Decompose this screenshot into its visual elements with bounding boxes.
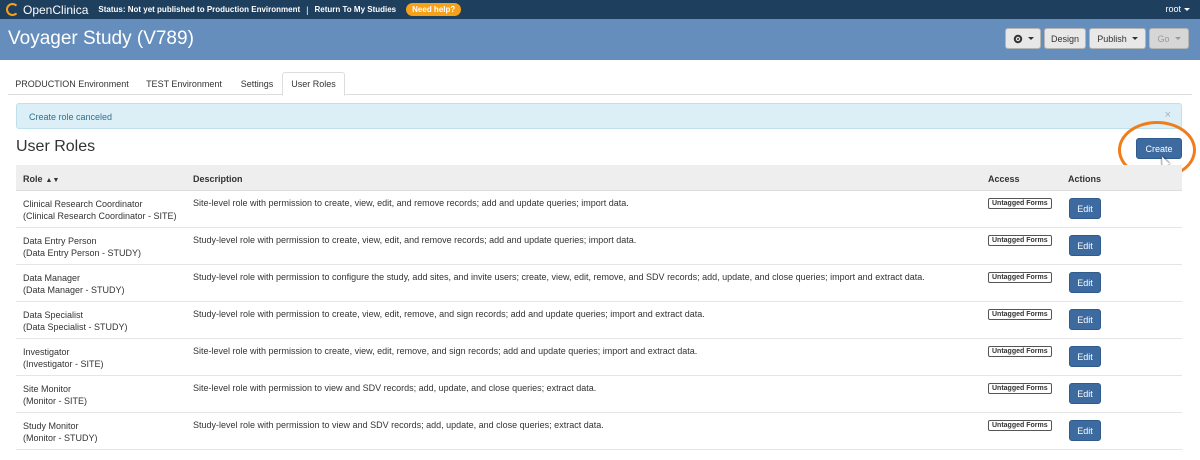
edit-button[interactable]: Edit [1069,272,1101,293]
edit-button[interactable]: Edit [1069,309,1101,330]
gear-icon [1013,34,1022,43]
edit-button[interactable]: Edit [1069,346,1101,367]
logo-swirl-icon [6,3,19,16]
role-cell: Data Specialist (Data Specialist - STUDY) [23,309,128,333]
access-badge: Untagged Forms [988,309,1052,320]
table-row: Clinical Research Coordinator (Clinical R… [16,191,1182,228]
edit-button[interactable]: Edit [1069,198,1101,219]
role-cell: Data Entry Person (Data Entry Person - ST… [23,235,141,259]
role-subtitle: (Monitor - SITE) [23,396,88,406]
openclinica-logo[interactable]: OpenClinica [6,3,88,17]
user-menu[interactable]: root [1165,4,1190,14]
role-description: Study-level role with permission to crea… [193,309,705,319]
access-badge: Untagged Forms [988,383,1052,394]
tab-test-environment[interactable]: TEST Environment [136,72,232,95]
role-name: Study Monitor [23,421,79,431]
alert-message: Create role canceled [29,112,113,122]
role-subtitle: (Monitor - STUDY) [23,433,98,443]
role-name: Clinical Research Coordinator [23,199,143,209]
role-name: Data Manager [23,273,81,283]
logo-text: OpenClinica [23,2,89,17]
role-name: Data Entry Person [23,236,97,246]
chevron-down-icon [1184,8,1190,12]
access-badge: Untagged Forms [988,198,1052,209]
edit-button[interactable]: Edit [1069,235,1101,256]
table-row: Data Specialist (Data Specialist - STUDY)… [16,302,1182,339]
role-subtitle: (Data Entry Person - STUDY) [23,248,142,258]
description-column-header: Description [193,174,243,184]
role-cell: Investigator (Investigator - SITE) [23,346,104,370]
role-subtitle: (Data Specialist - STUDY) [23,322,128,332]
design-button[interactable]: Design [1044,28,1086,49]
need-help-button[interactable]: Need help? [406,3,462,16]
role-subtitle: (Investigator - SITE) [23,359,104,369]
user-name: root [1165,4,1181,14]
role-description: Study-level role with permission to view… [193,420,604,430]
role-description: Site-level role with permission to creat… [193,198,629,208]
role-description: Site-level role with permission to creat… [193,346,698,356]
sort-icon: ▲▼ [45,177,60,184]
role-cell: Site Monitor (Monitor - SITE) [23,383,87,407]
edit-button[interactable]: Edit [1069,383,1101,404]
tab-user-roles[interactable]: User Roles [282,72,345,96]
role-column-header[interactable]: Role ▲▼ [23,174,59,184]
access-badge: Untagged Forms [988,420,1052,431]
edit-button[interactable]: Edit [1069,420,1101,441]
environment-tabs: PRODUCTION Environment TEST Environment … [8,72,1192,96]
publish-label: Publish [1097,33,1127,44]
actions-column-header: Actions [1068,174,1102,184]
role-subtitle: (Clinical Research Coordinator - SITE) [23,211,177,221]
close-icon[interactable]: × [1165,109,1171,121]
role-cell: Study Monitor (Monitor - STUDY) [23,420,98,444]
access-column-header: Access [988,174,1020,184]
role-name: Investigator [23,347,70,357]
chevron-down-icon [1174,37,1181,40]
table-row: Study Monitor (Monitor - STUDY) Study-lev… [16,413,1182,450]
top-bar: OpenClinica Status: Not yet published to… [0,0,1200,19]
access-badge: Untagged Forms [988,272,1052,283]
user-roles-table: Role ▲▼ Description Access Actions Clinic… [16,165,1182,450]
role-header-label: Role [23,174,43,184]
chevron-down-icon [1027,37,1034,40]
access-badge: Untagged Forms [988,235,1052,246]
role-subtitle: (Data Manager - STUDY) [23,285,125,295]
go-dropdown-button[interactable]: Go [1149,28,1189,49]
study-header: Voyager Study (V789) Design Publish Go [0,19,1200,60]
table-row: Data Entry Person (Data Entry Person - ST… [16,228,1182,265]
table-row: Site Monitor (Monitor - SITE) Site-level … [16,376,1182,413]
role-name: Data Specialist [23,310,84,320]
settings-dropdown-button[interactable] [1005,28,1041,49]
table-header: Role ▲▼ Description Access Actions [16,165,1182,191]
role-description: Study-level role with permission to conf… [193,272,925,282]
role-name: Site Monitor [23,384,72,394]
return-to-studies-link[interactable]: Return To My Studies [315,5,397,14]
chevron-down-icon [1131,37,1138,40]
status-separator: | [306,4,309,15]
study-title: Voyager Study (V789) [8,28,194,49]
table-row: Investigator (Investigator - SITE) Site-l… [16,339,1182,376]
page-title: User Roles [16,138,96,155]
publish-dropdown-button[interactable]: Publish [1089,28,1146,49]
role-cell: Data Manager (Data Manager - STUDY) [23,272,125,296]
publish-status: Status: Not yet published to Production … [98,5,301,14]
tab-production-environment[interactable]: PRODUCTION Environment [8,72,136,95]
role-cell: Clinical Research Coordinator (Clinical R… [23,198,177,222]
tab-settings[interactable]: Settings [232,72,282,95]
access-badge: Untagged Forms [988,346,1052,357]
role-description: Site-level role with permission to view … [193,383,597,393]
table-row: Data Manager (Data Manager - STUDY) Study… [16,265,1182,302]
go-label: Go [1157,33,1170,44]
info-alert: Create role canceled × [16,103,1182,129]
role-description: Study-level role with permission to crea… [193,235,637,245]
